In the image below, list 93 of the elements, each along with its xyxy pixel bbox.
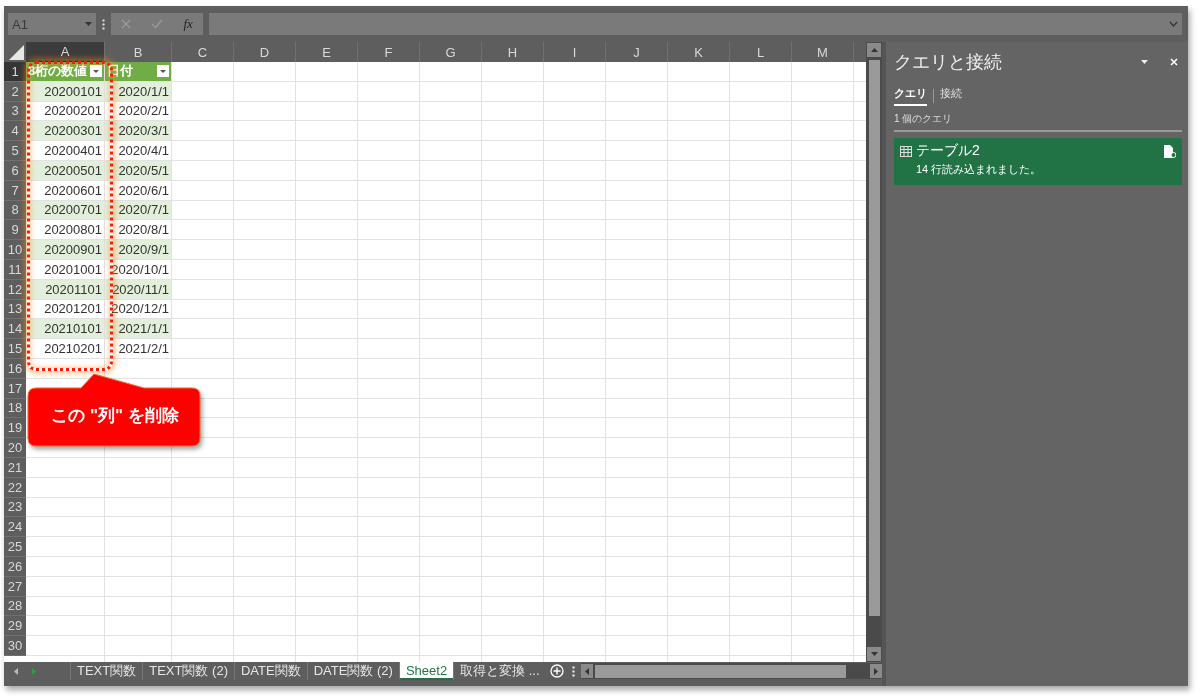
sheet-tab[interactable]: 取得と変換 ... bbox=[453, 662, 546, 680]
close-icon[interactable] bbox=[1170, 58, 1178, 66]
row-header[interactable]: 7 bbox=[4, 180, 26, 201]
caret-icon bbox=[85, 22, 92, 26]
filter-button[interactable] bbox=[90, 65, 102, 78]
caret-icon bbox=[93, 69, 99, 73]
scroll-right-button[interactable] bbox=[870, 664, 882, 678]
row-header[interactable]: 8 bbox=[4, 200, 26, 221]
table-cell: 20200901 bbox=[26, 240, 105, 260]
column-header[interactable]: C bbox=[172, 42, 234, 62]
row-header[interactable]: 6 bbox=[4, 161, 26, 181]
row-header[interactable]: 20 bbox=[4, 438, 26, 458]
panel-tab[interactable]: クエリ bbox=[894, 86, 927, 106]
column-header[interactable]: E bbox=[296, 42, 358, 62]
down-arrow-icon bbox=[870, 652, 878, 656]
scroll-up-button[interactable] bbox=[867, 43, 881, 57]
sheet-tab[interactable]: DATE関数 bbox=[233, 662, 307, 680]
table-cell: 2020/9/1 bbox=[105, 240, 172, 260]
table-cell: 20201001 bbox=[26, 259, 105, 280]
row-header[interactable]: 29 bbox=[4, 616, 26, 637]
row-header[interactable]: 1 bbox=[4, 62, 26, 82]
query-status: 14 行読み込まれました。 bbox=[916, 162, 1043, 177]
sheet-tab[interactable]: TEXT関数 (2) bbox=[142, 662, 234, 680]
query-count: 1 個のクエリ bbox=[894, 112, 1182, 132]
add-sheet-icon[interactable] bbox=[549, 664, 564, 678]
row-header[interactable]: 4 bbox=[4, 121, 26, 142]
insert-function-button[interactable]: fx bbox=[183, 16, 193, 32]
table-cell: 20200601 bbox=[26, 180, 105, 201]
name-box[interactable]: A1 bbox=[8, 13, 96, 35]
column-header[interactable]: L bbox=[730, 42, 792, 62]
column-header[interactable]: H bbox=[482, 42, 544, 62]
table-cell: 20210101 bbox=[26, 319, 105, 340]
row-header[interactable]: 3 bbox=[4, 101, 26, 122]
row-header[interactable]: 2 bbox=[4, 81, 26, 102]
table-header-cell: 8桁の数値 bbox=[26, 62, 105, 82]
table-icon bbox=[900, 145, 912, 157]
row-header[interactable]: 24 bbox=[4, 517, 26, 538]
more-icon[interactable] bbox=[571, 665, 575, 677]
row-header[interactable]: 10 bbox=[4, 240, 26, 260]
document-icon bbox=[1164, 144, 1176, 158]
panel-title: クエリと接続 bbox=[894, 51, 1002, 74]
row-header[interactable]: 14 bbox=[4, 319, 26, 340]
right-arrow-icon bbox=[874, 667, 878, 675]
row-header[interactable]: 18 bbox=[4, 398, 26, 419]
more-icon[interactable] bbox=[102, 18, 105, 30]
row-header[interactable]: 25 bbox=[4, 537, 26, 557]
table-cell: 20210201 bbox=[26, 339, 105, 359]
column-header[interactable]: I bbox=[544, 42, 606, 62]
check-icon[interactable] bbox=[151, 19, 164, 29]
column-header[interactable]: J bbox=[606, 42, 668, 62]
column-header[interactable]: D bbox=[234, 42, 296, 62]
query-item[interactable]: テーブル2 14 行読み込まれました。 bbox=[894, 138, 1182, 185]
scroll-left-button[interactable] bbox=[580, 664, 593, 678]
sheet-tab[interactable]: Sheet2 bbox=[398, 662, 454, 680]
row-header[interactable]: 26 bbox=[4, 556, 26, 577]
scroll-thumb[interactable] bbox=[594, 664, 846, 678]
row-header[interactable]: 15 bbox=[4, 339, 26, 359]
row-header[interactable]: 27 bbox=[4, 576, 26, 597]
row-header[interactable]: 16 bbox=[4, 358, 26, 379]
row-header[interactable]: 22 bbox=[4, 477, 26, 498]
column-header[interactable]: A bbox=[26, 42, 105, 62]
row-header[interactable]: 5 bbox=[4, 141, 26, 161]
caret-icon bbox=[160, 69, 166, 73]
query-name: テーブル2 bbox=[916, 142, 981, 160]
panel-tab[interactable]: 接続 bbox=[940, 86, 962, 106]
sheet-tab[interactable]: DATE関数 (2) bbox=[306, 662, 399, 680]
row-header[interactable]: 30 bbox=[4, 636, 26, 656]
left-arrow-icon bbox=[584, 667, 589, 675]
column-header[interactable]: M bbox=[792, 42, 854, 62]
filter-button[interactable] bbox=[157, 65, 169, 78]
caret-icon[interactable] bbox=[1169, 21, 1178, 27]
row-header[interactable]: 11 bbox=[4, 259, 26, 280]
column-header[interactable]: K bbox=[668, 42, 730, 62]
row-header[interactable]: 28 bbox=[4, 596, 26, 617]
caret-icon[interactable] bbox=[1141, 60, 1148, 64]
row-header[interactable]: 19 bbox=[4, 418, 26, 439]
row-header[interactable]: 23 bbox=[4, 497, 26, 518]
sheet-tab[interactable]: TEXT関数 bbox=[70, 662, 143, 680]
up-arrow-icon bbox=[870, 48, 878, 52]
table-cell: 2020/3/1 bbox=[105, 121, 172, 142]
row-header[interactable]: 21 bbox=[4, 457, 26, 478]
table-cell: 20200301 bbox=[26, 121, 105, 142]
column-header[interactable]: F bbox=[358, 42, 420, 62]
column-header[interactable]: G bbox=[420, 42, 482, 62]
scroll-thumb[interactable] bbox=[868, 60, 880, 616]
scroll-down-button[interactable] bbox=[867, 647, 881, 661]
row-header[interactable]: 12 bbox=[4, 279, 26, 300]
row-header[interactable]: 13 bbox=[4, 299, 26, 320]
table-cell: 20200401 bbox=[26, 141, 105, 161]
table-cell: 2021/1/1 bbox=[105, 319, 172, 340]
row-header[interactable]: 17 bbox=[4, 378, 26, 399]
row-header[interactable]: 9 bbox=[4, 220, 26, 241]
left-arrow-icon[interactable] bbox=[14, 667, 18, 675]
